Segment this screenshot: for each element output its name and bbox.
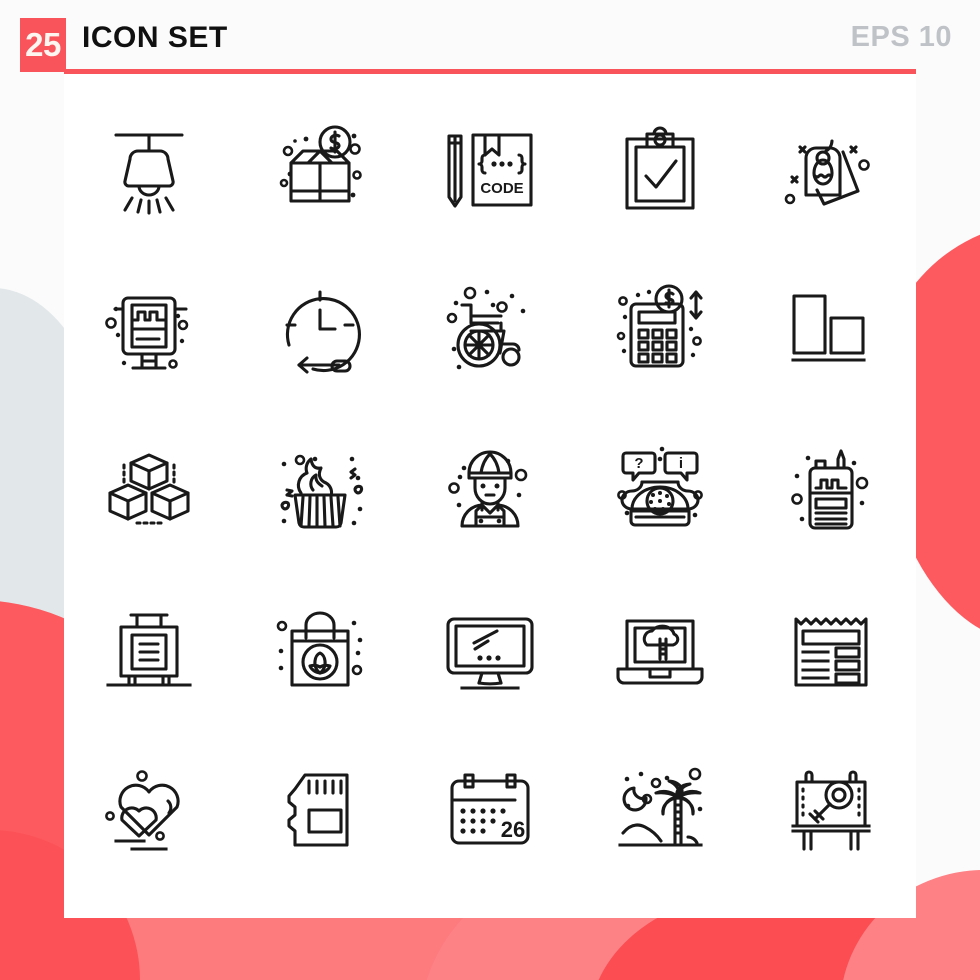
header-divider (64, 69, 916, 74)
icon-grid: CODE ? i 26 (64, 88, 916, 888)
code-document-icon: CODE (447, 133, 533, 208)
eco-shopping-bag-icon (276, 611, 362, 687)
icon-cell-palm-beach-night[interactable] (575, 728, 745, 888)
calendar-day-label: 26 (501, 817, 525, 842)
calculator-dollar-icon (617, 284, 703, 368)
cloud-laptop-icon (616, 619, 704, 685)
icon-cell-sugar-cubes[interactable] (64, 408, 234, 568)
cupcake-icon (280, 454, 363, 529)
money-box-icon (279, 125, 362, 203)
telephone-help-bubble-text: ? (635, 455, 644, 472)
icon-cell-billboard-display[interactable] (64, 248, 234, 408)
icon-cell-hearts[interactable] (64, 728, 234, 888)
icon-cell-clipboard-check[interactable] (575, 88, 745, 248)
icon-cell-cloud-laptop[interactable] (575, 568, 745, 728)
receipt-icon (794, 617, 868, 687)
easter-egg-tag-icon (784, 139, 870, 206)
icon-cell-monitor[interactable] (405, 568, 575, 728)
icon-cell-easter-egg-tag[interactable] (746, 88, 916, 248)
page-title: ICON SET (82, 21, 228, 54)
icon-cell-construction-worker[interactable] (405, 408, 575, 568)
billboard-display-icon (105, 296, 189, 370)
icon-cell-walkie-talkie[interactable] (746, 408, 916, 568)
icon-cell-cupcake[interactable] (234, 408, 404, 568)
clipboard-check-icon (625, 126, 695, 210)
wheelchair-icon (446, 286, 526, 370)
telephone-info-bubble-text: i (679, 455, 683, 472)
monitor-icon (446, 617, 534, 690)
palm-beach-night-icon (618, 767, 703, 847)
icon-cell-bar-layout[interactable] (746, 248, 916, 408)
icon-cell-receipt[interactable] (746, 568, 916, 728)
luggage-icon (106, 613, 192, 687)
icon-cell-billboard-key[interactable] (746, 728, 916, 888)
format-label: EPS 10 (850, 21, 952, 53)
bar-layout-icon (791, 294, 866, 362)
icon-cell-code-document[interactable]: CODE (405, 88, 575, 248)
hearts-icon (105, 770, 180, 851)
construction-worker-icon (448, 450, 528, 528)
icon-cell-calculator-dollar[interactable] (575, 248, 745, 408)
icon-cell-money-box[interactable] (234, 88, 404, 248)
code-document-label: CODE (480, 180, 523, 197)
icon-cell-clock-return[interactable] (234, 248, 404, 408)
icon-card: CODE ? i 26 (64, 74, 916, 918)
poster-header: 25 ICON SET EPS 10 (0, 0, 980, 74)
icon-cell-luggage[interactable] (64, 568, 234, 728)
icon-count-badge: 25 (20, 18, 66, 72)
icon-cell-calendar[interactable]: 26 (405, 728, 575, 888)
billboard-key-icon (791, 770, 871, 851)
icon-set-poster: 25 ICON SET EPS 10 CODE ? i 26 (0, 0, 980, 980)
icon-cell-eco-shopping-bag[interactable] (234, 568, 404, 728)
icon-cell-support-telephone[interactable]: ? i (575, 408, 745, 568)
ceiling-lamp-icon (114, 133, 184, 215)
icon-cell-memory-card[interactable] (234, 728, 404, 888)
support-telephone-icon: ? i (617, 446, 704, 527)
memory-card-icon (287, 773, 349, 847)
icon-cell-ceiling-lamp[interactable] (64, 88, 234, 248)
clock-return-icon (285, 290, 361, 374)
calendar-icon: 26 (450, 773, 530, 845)
icon-cell-wheelchair[interactable] (405, 248, 575, 408)
walkie-talkie-icon (790, 449, 869, 530)
sugar-cubes-icon (108, 453, 190, 525)
